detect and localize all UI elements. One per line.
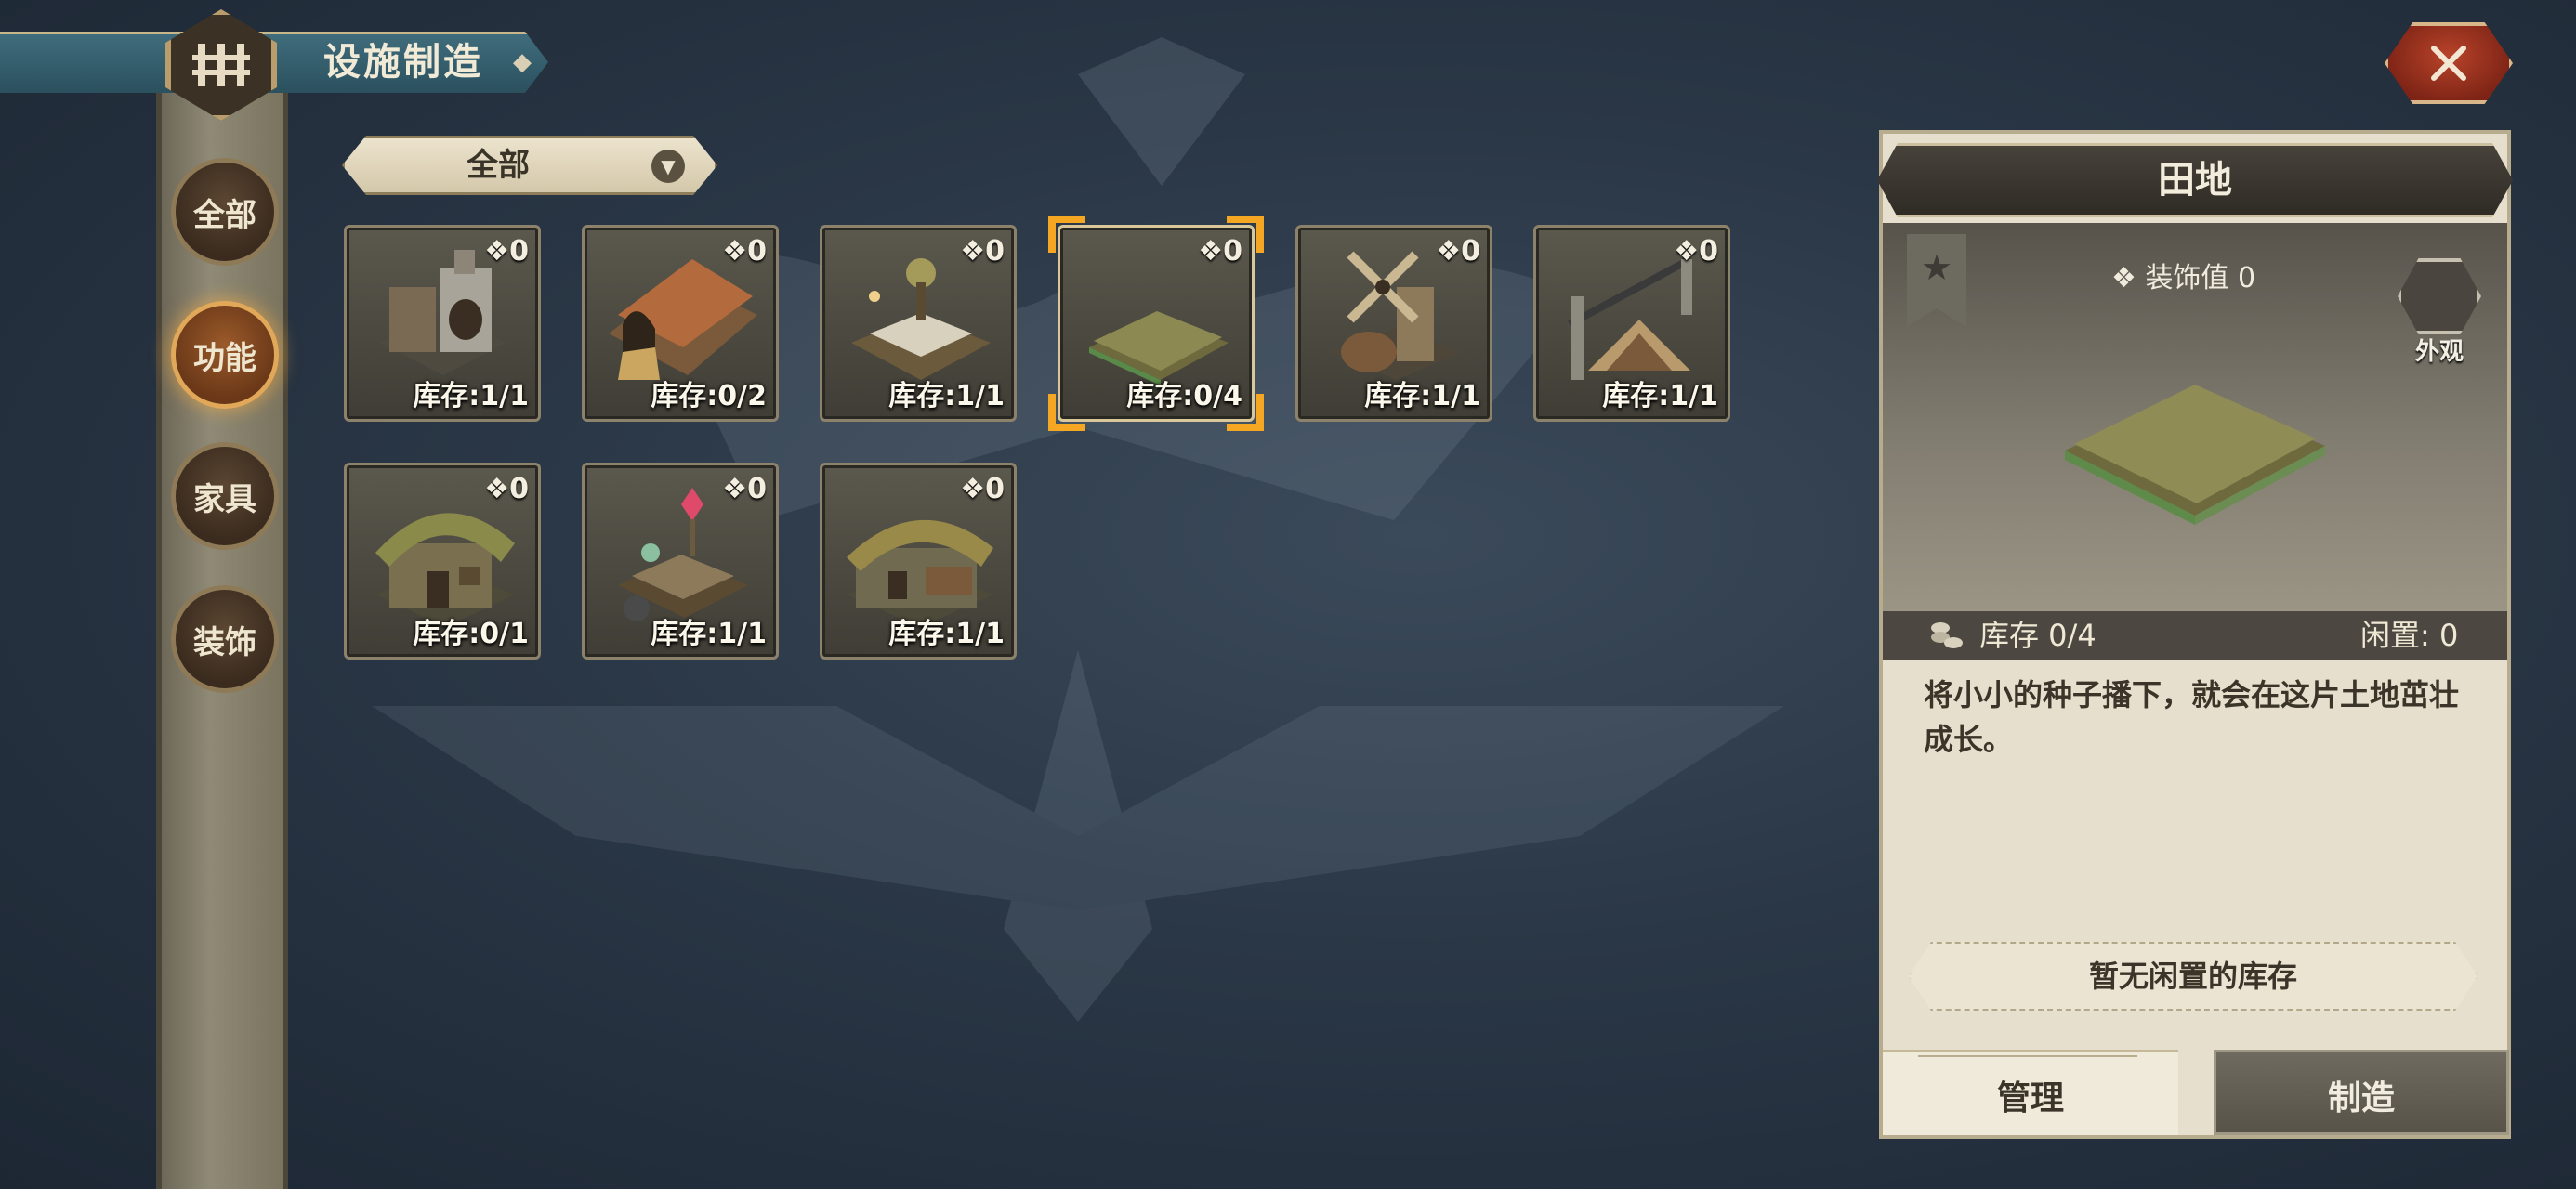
tab-manage[interactable]: 管理 <box>1883 1050 2178 1135</box>
category-label: 全部 <box>193 196 256 234</box>
category-decoration-button[interactable]: 装饰 <box>171 585 279 693</box>
decor-icon: ❖ <box>1674 235 1700 268</box>
close-button[interactable] <box>2385 22 2513 104</box>
decor-icon: ❖ <box>1436 235 1462 268</box>
decor-value: 0 <box>747 235 767 268</box>
facility-card-campfire[interactable]: ❖0 库存:1/1 <box>1533 225 1730 422</box>
decor-icon: ❖ <box>484 473 510 505</box>
decor-value-line: ❖ 装饰值 0 <box>2111 255 2255 295</box>
appearance-label: 外观 <box>2414 338 2464 366</box>
stock-count: 库存:0/1 <box>413 618 529 650</box>
filter-dropdown[interactable]: 全部 ▼ <box>342 136 717 195</box>
star-icon: ★ <box>1920 247 1953 288</box>
category-function-button[interactable]: 功能 <box>171 301 279 409</box>
decor-value: 0 <box>509 235 529 268</box>
facility-card-thatched-cottage[interactable]: ❖0 库存:1/1 <box>820 463 1017 660</box>
title-arrow-icon: ◆ <box>513 48 532 76</box>
facility-card-workshop[interactable]: ❖0 库存:1/1 <box>344 225 541 422</box>
detail-description: 将小小的种子播下，就会在这片土地茁壮成长。 <box>1924 677 2460 757</box>
selection-corner <box>1048 216 1085 253</box>
stock-count: 库存:1/1 <box>1364 380 1480 412</box>
stock-count: 库存:1/1 <box>413 380 529 412</box>
appearance-button[interactable]: 外观 <box>2390 258 2489 366</box>
tab-make[interactable]: 制造 <box>2214 1050 2509 1135</box>
facility-card-field[interactable]: ❖0 库存:0/4 <box>1058 225 1255 422</box>
appearance-icon <box>2398 258 2481 334</box>
facility-card-windmill[interactable]: ❖0 库存:1/1 <box>1295 225 1492 422</box>
close-icon <box>2431 46 2466 81</box>
decor-icon: ❖ <box>960 473 986 505</box>
decor-value: 0 <box>509 473 529 505</box>
page-title: 设施制造 <box>323 41 483 84</box>
selection-corner <box>1227 216 1264 253</box>
selection-corner <box>1048 394 1085 431</box>
decor-value: 0 <box>1461 235 1480 268</box>
decor-value: 0 <box>985 473 1005 505</box>
facility-card-thatched-house[interactable]: ❖0 库存:0/1 <box>344 463 541 660</box>
decor-icon: ❖ <box>2111 262 2146 294</box>
category-label: 功能 <box>193 339 256 377</box>
chevron-down-icon: ▼ <box>651 150 685 183</box>
filter-selected-label: 全部 <box>467 147 530 184</box>
decor-icon: ❖ <box>722 473 748 505</box>
decor-value: 0 <box>985 235 1005 268</box>
category-label: 装饰 <box>193 623 256 661</box>
stock-count: 库存:1/1 <box>888 618 1005 650</box>
facility-card-alchemy-table[interactable]: ❖0 库存:1/1 <box>582 463 779 660</box>
field-preview-image <box>2065 385 2325 525</box>
detail-idle: 闲置: 0 <box>2360 618 2459 653</box>
detail-title: 田地 <box>2158 159 2232 202</box>
tab-divider <box>1918 1055 2137 1057</box>
category-all-button[interactable]: 全部 <box>171 158 279 266</box>
stock-count: 库存:1/1 <box>651 618 767 650</box>
stock-count: 库存:0/4 <box>1126 380 1242 412</box>
decor-value: 0 <box>747 473 767 505</box>
detail-stock: 库存 0/4 <box>1979 618 2096 653</box>
stock-count: 库存:1/1 <box>1602 380 1718 412</box>
decor-icon: ❖ <box>722 235 748 268</box>
category-label: 家具 <box>193 480 256 518</box>
no-idle-stock-button[interactable]: 暂无闲置的库存 <box>1909 942 2477 1011</box>
category-furniture-button[interactable]: 家具 <box>171 442 279 550</box>
decor-value: 0 <box>1699 235 1718 268</box>
bars-icon <box>192 44 250 86</box>
decor-icon: ❖ <box>960 235 986 268</box>
decor-value-text: 装饰值 0 <box>2145 262 2256 294</box>
stack-icon <box>1931 622 1963 648</box>
decor-icon: ❖ <box>1198 235 1224 268</box>
stock-count: 库存:0/2 <box>651 380 767 412</box>
selection-corner <box>1227 394 1264 431</box>
facility-card-crafting-table[interactable]: ❖0 库存:1/1 <box>820 225 1017 422</box>
stock-count: 库存:1/1 <box>888 380 1005 412</box>
facility-card-barn[interactable]: ❖0 库存:0/2 <box>582 225 779 422</box>
decor-icon: ❖ <box>484 235 510 268</box>
